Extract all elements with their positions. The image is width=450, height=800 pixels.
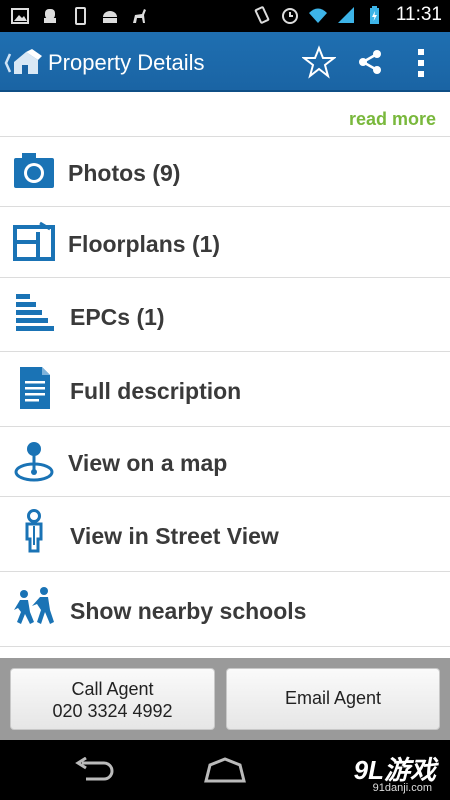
navigation-bar: 9L游戏 91danji.com: [0, 740, 450, 800]
watermark-url: 91danji.com: [372, 782, 432, 794]
call-agent-number: 020 3324 4992: [52, 701, 173, 721]
row-label: EPCs (1): [70, 304, 165, 330]
row-photos[interactable]: Photos (9): [0, 137, 450, 206]
row-nearby-schools[interactable]: Show nearby schools: [0, 572, 450, 646]
share-icon[interactable]: [355, 47, 385, 77]
epc-bars-icon: [16, 294, 54, 331]
clock: 11:31: [395, 4, 442, 25]
app-logo-icon[interactable]: [4, 46, 48, 80]
wifi-icon: [308, 8, 327, 23]
call-agent-label: Call Agent: [71, 679, 154, 699]
row-label: Floorplans (1): [68, 231, 221, 257]
vibrate-icon: [254, 6, 270, 24]
system-icons: 11:31: [252, 4, 442, 26]
overflow-menu-icon[interactable]: [412, 46, 430, 80]
android-icon: [44, 9, 56, 23]
camera-icon: [14, 153, 54, 188]
alarm-icon: [281, 8, 298, 24]
gallery-icon: [11, 8, 29, 24]
row-floorplans[interactable]: Floorplans (1): [0, 207, 450, 277]
call-agent-button[interactable]: Call Agent 020 3324 4992: [10, 668, 215, 730]
phone-icon: [75, 7, 86, 25]
row-epcs[interactable]: EPCs (1): [0, 278, 450, 351]
action-bar: Property Details: [0, 32, 450, 92]
battery-charging-icon: [369, 6, 379, 24]
row-label: View on a map: [68, 450, 228, 476]
row-view-on-map[interactable]: View on a map: [0, 427, 450, 496]
signal-icon: [337, 7, 354, 23]
back-icon[interactable]: [72, 757, 116, 785]
document-icon: [20, 367, 50, 409]
row-label: Show nearby schools: [70, 598, 307, 624]
street-view-person-icon: [25, 509, 43, 553]
read-more-link[interactable]: read more: [349, 109, 436, 130]
divider: [0, 646, 450, 647]
row-label: Photos (9): [68, 160, 181, 186]
floorplan-icon: [13, 221, 55, 261]
page-title: Property Details: [48, 50, 205, 75]
notification-icons: [10, 6, 150, 26]
home-icon[interactable]: [202, 757, 248, 785]
row-full-description[interactable]: Full description: [0, 352, 450, 426]
star-icon[interactable]: [302, 45, 336, 79]
row-street-view[interactable]: View in Street View: [0, 497, 450, 571]
android-robot-icon: [103, 11, 117, 23]
property-details-list: read more Photos (9) Floorplans (1) EPCs…: [0, 92, 450, 658]
agent-contact-bar: Call Agent 020 3324 4992 Email Agent: [0, 658, 450, 740]
map-pin-icon: [14, 442, 54, 482]
schoolchildren-icon: [14, 587, 54, 624]
status-bar: 11:31: [0, 0, 450, 32]
row-label: View in Street View: [70, 523, 279, 549]
deer-icon: [133, 9, 146, 23]
row-label: Full description: [70, 378, 242, 404]
email-agent-label: Email Agent: [284, 688, 382, 708]
email-agent-button[interactable]: Email Agent: [226, 668, 440, 730]
